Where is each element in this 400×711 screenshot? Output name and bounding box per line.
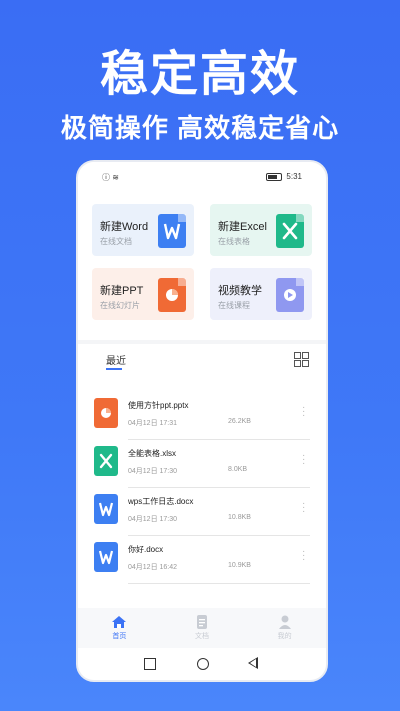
more-icon[interactable]: · · · [302,403,306,421]
headline: 稳定高效 [99,48,300,101]
quick-actions: 新建Word 在线文档 新建Excel 在线表格 新建PPT 在线幻灯片 视频教… [78,190,326,340]
document-icon [194,615,210,629]
word-file-icon [94,494,118,524]
nav-documents[interactable]: 文档 [167,615,237,641]
card-title: 视频教学 [218,285,262,297]
signal-indicator: ⓘ ≋ [102,173,119,182]
grid-view-icon[interactable] [294,352,309,367]
status-bar: ⓘ ≋ 5:31 [78,162,326,190]
more-icon[interactable]: · · · [302,451,306,469]
home-icon [111,615,127,629]
file-name: 全能表格.xlsx [128,449,176,458]
more-icon[interactable]: · · · [302,547,306,565]
nav-home-label: 首页 [112,633,127,640]
file-date: 04月12日 17:30 [128,468,178,475]
battery-icon [266,172,283,181]
file-name: 使用方针ppt.pptx [128,401,189,410]
status-time: 5:31 [286,172,302,181]
back-icon[interactable] [248,657,258,669]
file-name: wps工作日志.docx [128,497,194,506]
recent-section: 最近 使用方针ppt.pptx 04月12日 17:31 26.2KB · · · … [78,344,326,608]
video-tutorial-card[interactable]: 视频教学 在线课程 [210,268,312,320]
recent-apps-icon[interactable] [144,658,156,670]
file-size: 26.2KB [228,418,251,425]
profile-icon [277,615,293,629]
card-subtitle: 在线课程 [218,301,250,310]
bottom-navigation: 首页 文档 我的 [78,608,326,648]
nav-home[interactable]: 首页 [84,615,154,641]
card-subtitle: 在线幻灯片 [100,301,140,310]
file-row[interactable]: wps工作日志.docx 04月12日 17:30 10.8KB · · · [78,488,326,536]
word-file-icon [94,542,118,572]
system-navigation-bar [78,648,326,680]
file-name: 你好.docx [128,545,164,554]
ppt-icon [158,278,186,312]
more-icon[interactable]: · · · [302,499,306,517]
subline: 极简操作 高效稳定省心 [60,113,340,143]
nav-profile-label: 我的 [277,633,292,640]
excel-icon [276,214,304,248]
file-date: 04月12日 16:42 [128,564,178,571]
new-excel-card[interactable]: 新建Excel 在线表格 [210,204,312,256]
phone-frame: ⓘ ≋ 5:31 新建Word 在线文档 新建Excel 在线表格 新建PPT … [76,160,328,682]
tab-recent[interactable]: 最近 [106,352,126,367]
file-row[interactable]: 使用方针ppt.pptx 04月12日 17:31 26.2KB · · · [78,392,326,440]
divider [128,583,310,584]
tab-indicator [106,368,122,370]
home-button-icon[interactable] [197,658,209,670]
card-title: 新建Word [100,221,149,233]
card-title: 新建Excel [218,221,267,233]
file-date: 04月12日 17:31 [128,420,178,427]
card-subtitle: 在线表格 [218,237,250,246]
excel-file-icon [94,446,118,476]
new-ppt-card[interactable]: 新建PPT 在线幻灯片 [92,268,194,320]
file-size: 10.9KB [228,562,251,569]
video-icon [276,278,304,312]
file-row[interactable]: 全能表格.xlsx 04月12日 17:30 8.0KB · · · [78,440,326,488]
status-right: 5:31 [266,172,302,181]
card-title: 新建PPT [100,285,144,297]
ppt-file-icon [94,398,118,428]
word-icon [158,214,186,248]
new-word-card[interactable]: 新建Word 在线文档 [92,204,194,256]
file-date: 04月12日 17:30 [128,516,178,523]
file-size: 10.8KB [228,514,251,521]
card-subtitle: 在线文档 [100,237,132,246]
file-size: 8.0KB [228,466,248,473]
file-row[interactable]: 你好.docx 04月12日 16:42 10.9KB · · · [78,536,326,584]
nav-profile[interactable]: 我的 [250,615,320,641]
nav-documents-label: 文档 [194,633,209,640]
